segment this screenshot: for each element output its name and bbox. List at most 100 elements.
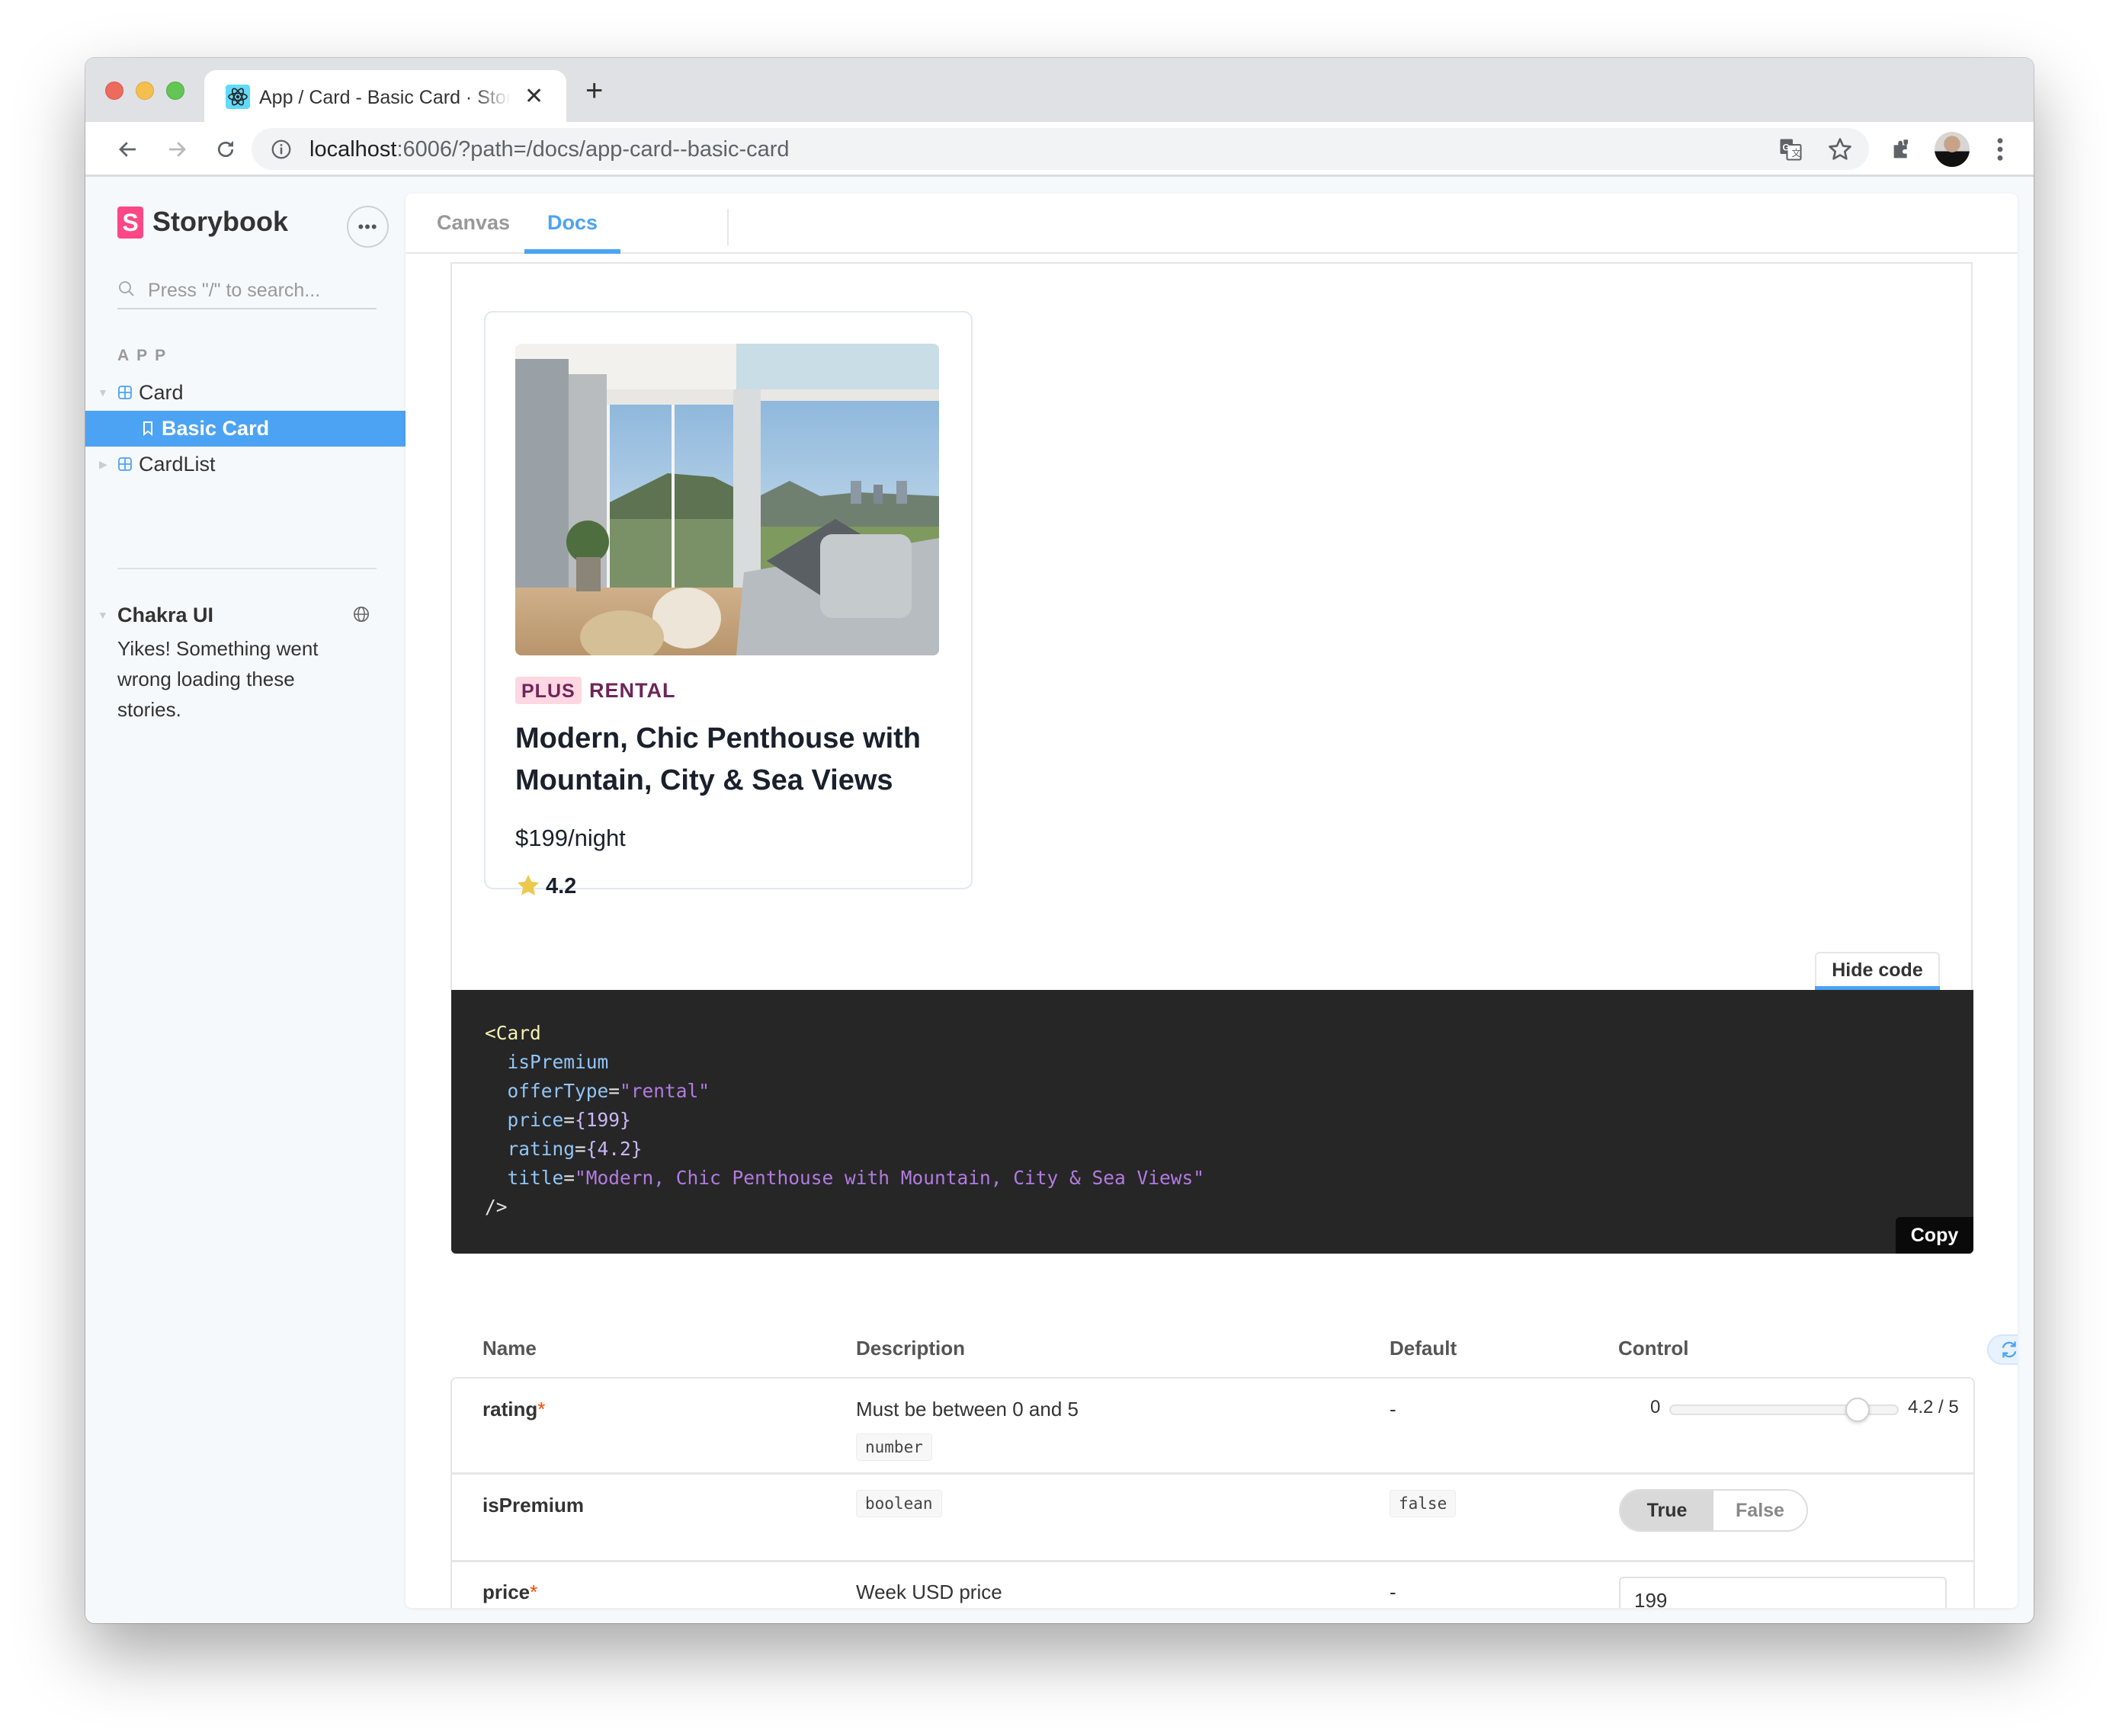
- offer-type-label: RENTAL: [589, 679, 676, 702]
- ispremium-toggle[interactable]: True False: [1619, 1489, 1808, 1532]
- minimize-window-button[interactable]: [136, 82, 154, 100]
- translate-icon[interactable]: G文: [1777, 136, 1804, 163]
- star-icon: [517, 874, 540, 895]
- listing-photo: [515, 344, 939, 655]
- type-badge: boolean: [856, 1490, 942, 1517]
- search-input[interactable]: [148, 277, 369, 303]
- bookmark-star-icon[interactable]: [1826, 136, 1854, 163]
- code-tag-open: <Card: [485, 1022, 541, 1044]
- code-value: "rental": [620, 1080, 710, 1102]
- expand-caret-icon: ▼: [98, 386, 108, 399]
- sidebar-item-label: Basic Card: [162, 417, 270, 440]
- slider-min-label: 0: [1650, 1397, 1661, 1417]
- browser-menu-icon[interactable]: [1985, 134, 2015, 165]
- reset-controls-button[interactable]: [1987, 1334, 2018, 1365]
- column-header-default: Default: [1390, 1337, 1457, 1360]
- search-icon: [119, 281, 134, 296]
- sync-icon: [2002, 1341, 2017, 1358]
- column-header-control: Control: [1618, 1337, 1689, 1360]
- storybook-logo-icon: S: [117, 207, 143, 239]
- toggle-false-option[interactable]: False: [1713, 1491, 1806, 1530]
- row-divider: [452, 1472, 1973, 1475]
- browser-tab[interactable]: App / Card - Basic Card · Storybook ✕: [204, 70, 566, 122]
- price-input[interactable]: [1619, 1577, 1947, 1608]
- main-panel: Canvas Docs PLUS RENTAL Modern, Chic Pen…: [406, 194, 2018, 1608]
- svg-text:文: 文: [1792, 147, 1801, 159]
- hide-code-button[interactable]: Hide code: [1815, 952, 1940, 991]
- tab-separator: [727, 209, 729, 245]
- close-tab-icon[interactable]: ✕: [524, 85, 543, 108]
- component-icon: [118, 386, 132, 399]
- browser-toolbar: localhost:6006/?path=/docs/app-card--bas…: [85, 122, 2034, 177]
- search-field[interactable]: [117, 273, 377, 309]
- code-tag-close: />: [485, 1196, 508, 1218]
- browser-window: App / Card - Basic Card · Storybook ✕ + …: [85, 58, 2034, 1623]
- sidebar-item-cardlist[interactable]: ▶ CardList: [85, 447, 406, 482]
- story-preview: PLUS RENTAL Modern, Chic Penthouse with …: [450, 262, 1973, 990]
- back-icon[interactable]: [113, 134, 143, 165]
- premium-badge: PLUS: [515, 677, 582, 704]
- code-attr: price: [507, 1109, 564, 1131]
- sidebar-divider: [117, 568, 377, 569]
- arg-name-text: rating: [482, 1398, 538, 1421]
- close-window-button[interactable]: [105, 82, 123, 100]
- url-text[interactable]: localhost:6006/?path=/docs/app-card--bas…: [309, 136, 790, 163]
- react-favicon-icon: [226, 85, 250, 109]
- code-text: <Card isPremium offerType="rental" price…: [485, 1022, 1205, 1218]
- ref-title[interactable]: Chakra UI: [117, 600, 213, 630]
- globe-icon[interactable]: [353, 606, 370, 623]
- tab-canvas[interactable]: Canvas: [406, 194, 541, 254]
- reload-icon[interactable]: [210, 134, 241, 165]
- card-price: $199/night: [515, 825, 626, 851]
- panel-tabs: Canvas Docs: [406, 194, 2018, 254]
- section-label-app: APP: [117, 347, 174, 364]
- sidebar-item-card[interactable]: ▼ Card: [85, 375, 406, 411]
- sidebar-item-label: Card: [139, 381, 184, 404]
- arg-name-text: price: [482, 1581, 531, 1603]
- copy-button[interactable]: Copy: [1896, 1217, 1973, 1254]
- code-snippet: <Card isPremium offerType="rental" price…: [451, 990, 1973, 1254]
- column-header-name: Name: [482, 1337, 537, 1360]
- tab-strip: App / Card - Basic Card · Storybook ✕ +: [85, 58, 2034, 122]
- args-table: rating* Must be between 0 and 5 number -…: [450, 1377, 1975, 1608]
- row-divider: [452, 1560, 1973, 1562]
- sidebar-item-label: CardList: [139, 453, 216, 476]
- component-icon: [118, 457, 132, 471]
- arg-default: -: [1390, 1398, 1396, 1421]
- code-attr: rating: [507, 1138, 575, 1160]
- rating-slider-thumb[interactable]: [1845, 1398, 1871, 1422]
- extensions-icon[interactable]: [1887, 134, 1918, 165]
- url-path: :6006/?path=/docs/app-card--basic-card: [396, 137, 790, 162]
- expand-caret-icon[interactable]: ▼: [98, 609, 108, 621]
- tab-docs[interactable]: Docs: [524, 194, 620, 254]
- code-value: {4.2}: [585, 1138, 643, 1160]
- arg-description: Must be between 0 and 5: [856, 1398, 1079, 1421]
- arg-name: price*: [482, 1578, 537, 1606]
- toggle-true-option[interactable]: True: [1621, 1491, 1713, 1530]
- forward-icon[interactable]: [162, 134, 192, 165]
- arg-name: rating*: [482, 1395, 545, 1423]
- story-bookmark-icon: [143, 421, 152, 436]
- required-asterisk: *: [537, 1398, 546, 1421]
- code-attr: offerType: [507, 1080, 609, 1102]
- required-asterisk: *: [530, 1581, 538, 1603]
- url-host: localhost: [309, 137, 397, 162]
- arg-name: isPremium: [482, 1494, 584, 1517]
- site-info-icon[interactable]: [270, 138, 293, 161]
- rating-value: 4.2: [546, 874, 577, 898]
- column-header-description: Description: [856, 1337, 966, 1360]
- arg-default: -: [1390, 1581, 1396, 1603]
- new-tab-button[interactable]: +: [585, 75, 603, 106]
- ref-error-message: Yikes! Something went wrong loading thes…: [117, 637, 319, 721]
- card-component: PLUS RENTAL Modern, Chic Penthouse with …: [484, 311, 973, 898]
- maximize-window-button[interactable]: [166, 82, 184, 100]
- code-value: {199}: [575, 1109, 631, 1131]
- sidebar-item-basic-card[interactable]: Basic Card: [85, 411, 406, 447]
- profile-avatar[interactable]: [1935, 132, 1970, 167]
- slider-readout: 4.2 / 5: [1908, 1397, 1959, 1417]
- code-attr: title: [507, 1167, 564, 1189]
- arg-description: Week USD price: [856, 1581, 1002, 1603]
- sidebar-menu-button[interactable]: •••: [347, 206, 389, 248]
- address-bar[interactable]: localhost:6006/?path=/docs/app-card--bas…: [252, 128, 1869, 170]
- tab-title: App / Card - Basic Card · Storybook: [259, 87, 511, 108]
